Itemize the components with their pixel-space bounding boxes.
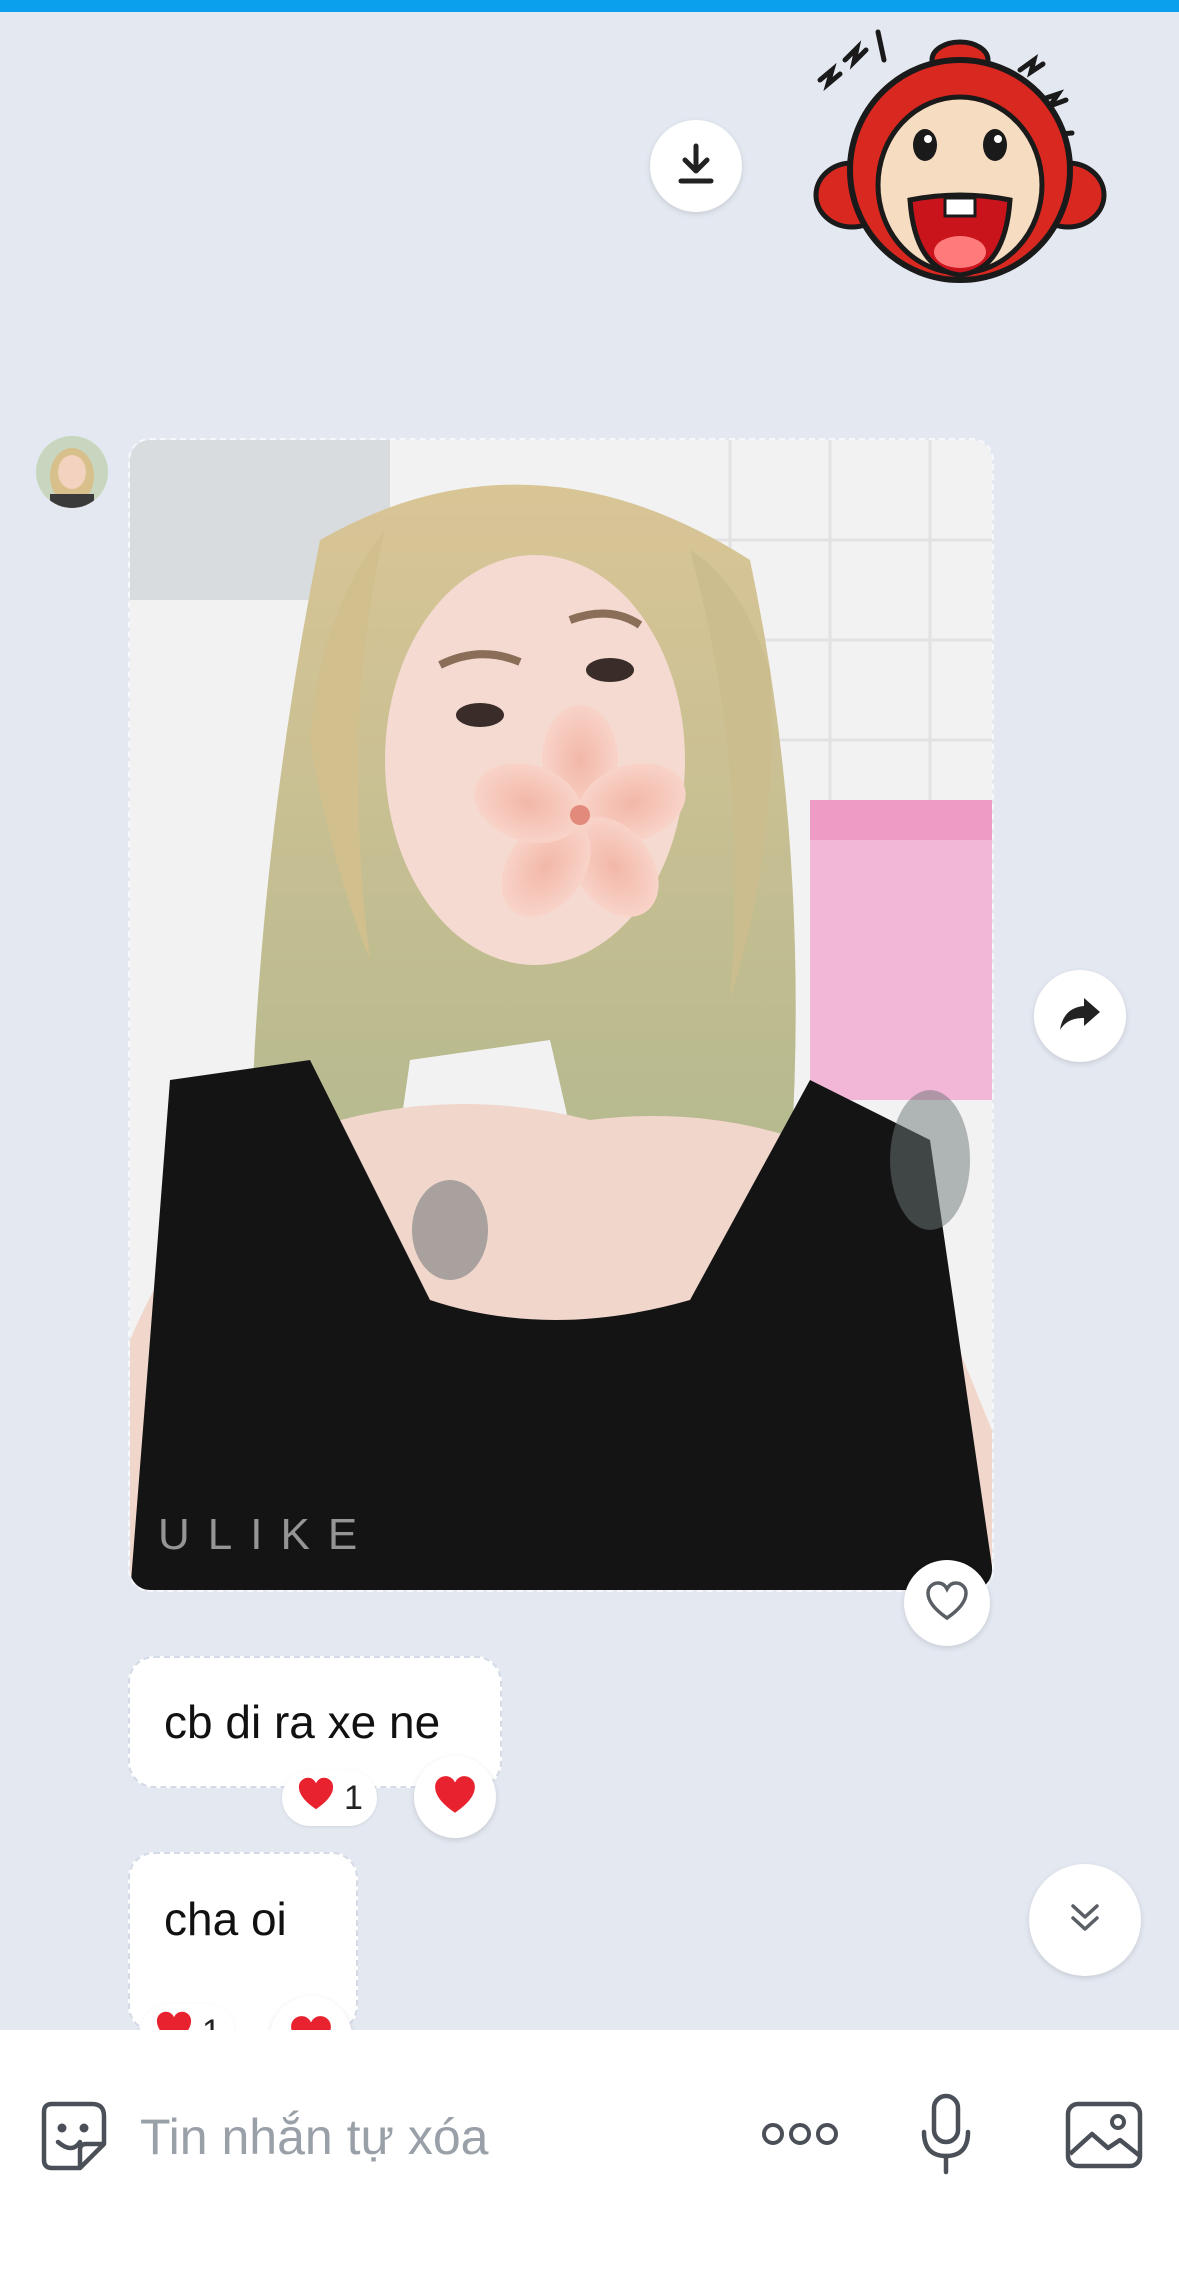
download-icon <box>676 142 716 191</box>
heart-outline-icon <box>925 1580 969 1626</box>
sender-avatar[interactable] <box>36 436 108 508</box>
reaction-count: 1 <box>344 1778 363 1817</box>
message-text: cha oi <box>164 1893 287 1945</box>
monkey-sticker[interactable] <box>790 20 1130 300</box>
message-composer <box>0 2030 1179 2277</box>
photo-react-button[interactable] <box>904 1560 990 1646</box>
heart-icon <box>296 1776 336 1821</box>
reaction-summary[interactable]: 1 <box>282 1770 377 1826</box>
chat-screen: ULIKE cb di ra xe ne 1 cha oi Tin nhắn t… <box>0 0 1179 2277</box>
message-text: cb di ra xe ne <box>164 1696 441 1748</box>
message-input[interactable] <box>140 2102 700 2172</box>
image-gallery-icon[interactable] <box>1064 2100 1144 2170</box>
double-chevron-down-icon <box>1067 1900 1103 1941</box>
scroll-to-bottom-button[interactable] <box>1029 1864 1141 1976</box>
photo-message[interactable]: ULIKE <box>128 438 994 1592</box>
sticker-emoji-icon[interactable] <box>34 2098 110 2174</box>
react-heart-button[interactable] <box>414 1756 496 1838</box>
more-dots-icon[interactable] <box>760 2116 840 2152</box>
download-button[interactable] <box>650 120 742 212</box>
forward-button[interactable] <box>1034 970 1126 1062</box>
microphone-icon[interactable] <box>918 2092 974 2178</box>
share-forward-icon <box>1058 996 1102 1037</box>
heart-icon <box>432 1774 478 1821</box>
top-progress-bar <box>0 0 1179 12</box>
photo-watermark: ULIKE <box>158 1510 376 1559</box>
composer-row <box>0 2072 1179 2192</box>
